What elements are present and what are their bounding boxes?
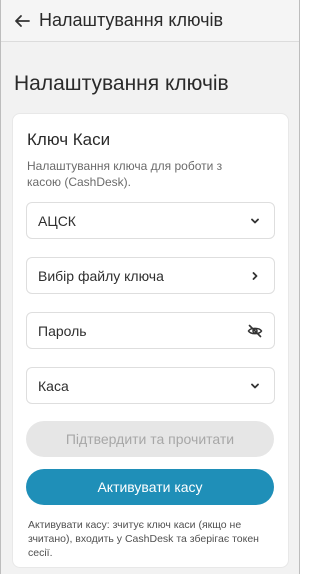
confirm-and-read-button[interactable]: Підтвердити та прочитати [26,421,274,457]
key-file-picker-label: Вибір файлу ключа [38,267,164,284]
back-button[interactable] [11,10,33,32]
cashbox-select-label: Каса [38,377,69,394]
acsk-select-label: АЦСК [38,212,76,229]
screen: Налаштування ключів Налаштування ключів … [0,0,300,574]
cashbox-select[interactable]: Каса [26,367,275,404]
card-description: Налаштування ключа для роботи з касою (C… [27,159,223,189]
key-settings-card: Ключ Каси Налаштування ключа для роботи … [12,113,289,568]
activate-cashbox-button[interactable]: Активувати касу [26,469,274,505]
eye-off-icon[interactable] [247,323,263,339]
acsk-select[interactable]: АЦСК [26,202,275,239]
page-title: Налаштування ключів [14,72,229,95]
key-file-picker[interactable]: Вибір файлу ключа [26,257,275,294]
chevron-down-icon [247,378,263,394]
card-title: Ключ Каси [27,130,111,149]
arrow-left-icon [15,14,30,27]
activate-footnote: Активувати касу: зчитує ключ каси (якщо … [28,519,259,559]
chevron-down-icon [247,213,263,229]
app-bar-title: Налаштування ключів [39,10,224,30]
app-bar: Налаштування ключів [1,0,299,42]
chevron-right-icon [247,268,263,284]
password-field-label: Пароль [38,322,87,339]
password-field[interactable]: Пароль [26,312,275,349]
